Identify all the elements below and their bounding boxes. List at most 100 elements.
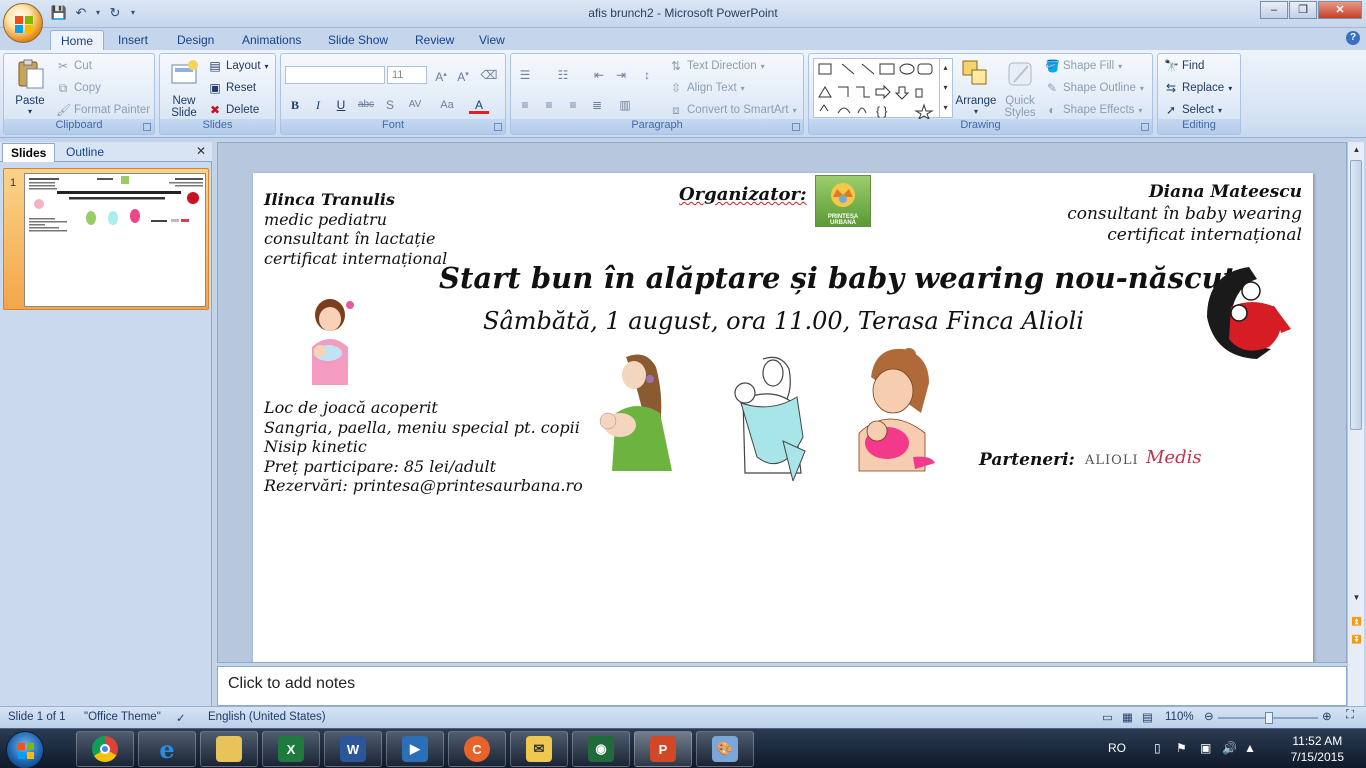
italic-icon[interactable]: I [308, 96, 328, 114]
taskbar-outlook[interactable]: ✉ [510, 731, 568, 767]
tab-insert[interactable]: Insert [108, 30, 158, 51]
baby-wearing-logo-icon[interactable] [1197, 261, 1301, 365]
clipboard-launcher-icon[interactable] [143, 123, 151, 131]
replace-button[interactable]: ⇆ Replace ▾ [1164, 81, 1232, 95]
zoom-in-icon[interactable]: ⊕ [1322, 709, 1332, 723]
taskbar-ie[interactable]: e [138, 731, 196, 767]
columns-icon[interactable]: ▥ [615, 96, 635, 114]
paragraph-launcher-icon[interactable] [792, 123, 800, 131]
scroll-down-icon[interactable]: ▼ [1348, 590, 1365, 606]
scroll-up-icon[interactable]: ▲ [1348, 142, 1365, 158]
restore-button[interactable]: ❐ [1289, 1, 1317, 19]
notes-pane[interactable]: Click to add notes [217, 666, 1347, 706]
reset-button[interactable]: ▣ Reset [208, 81, 256, 95]
taskbar-paint[interactable]: 🎨 [696, 731, 754, 767]
bold-icon[interactable]: B [285, 96, 305, 114]
tab-review[interactable]: Review [405, 30, 464, 51]
shape-outline-button[interactable]: ✎ Shape Outline ▾ [1045, 81, 1144, 95]
spellcheck-icon[interactable]: ✓ [176, 711, 186, 725]
partners-label[interactable]: Parteneri: [979, 450, 1075, 470]
normal-view-icon[interactable]: ▭ [1102, 710, 1113, 724]
taskbar-app-orange[interactable]: C [448, 731, 506, 767]
taskbar-explorer[interactable] [200, 731, 258, 767]
organizer-label[interactable]: Organizator: [679, 184, 807, 205]
presenter-right[interactable]: Diana Mateescu consultant în baby wearin… [1067, 182, 1302, 247]
office-button[interactable] [3, 3, 43, 43]
flag-icon[interactable]: ⚑ [1176, 741, 1187, 755]
vertical-scrollbar[interactable]: ▲ ▼ ⏫ ⏬ [1347, 142, 1364, 706]
layout-button[interactable]: ▤ Layout ▾ [208, 59, 268, 73]
decrease-indent-icon[interactable]: ⇤ [589, 66, 609, 84]
clear-formatting-icon[interactable]: ⌫ [479, 66, 499, 84]
volume-icon[interactable]: 🔊 [1222, 741, 1237, 755]
format-painter-button[interactable]: 🖌 Format Painter [56, 103, 150, 117]
cut-button[interactable]: ✂ Cut [56, 59, 92, 73]
align-center-icon[interactable]: ≡ [539, 96, 559, 114]
text-direction-button[interactable]: ⇅ Text Direction ▾ [669, 59, 765, 73]
arrange-button[interactable]: Arrange ▾ [955, 58, 997, 116]
slide-headline[interactable]: Start bun în alăptare și baby wearing no… [439, 261, 1236, 295]
language-indicator[interactable]: RO [1108, 741, 1126, 755]
zoom-out-icon[interactable]: ⊖ [1204, 709, 1214, 723]
breastfeeding-illustration-icon[interactable] [590, 351, 688, 475]
find-button[interactable]: 🔭 Find [1164, 59, 1204, 73]
shape-fill-button[interactable]: 🪣 Shape Fill ▾ [1045, 59, 1122, 73]
shapes-scroll-icon[interactable]: ▴ ▾ ▾ [939, 58, 951, 118]
line-spacing-icon[interactable]: ↕ [637, 66, 657, 84]
font-size-field[interactable]: 11 [387, 66, 427, 84]
mother-nursing-illustration-icon[interactable] [853, 347, 943, 477]
zoom-level[interactable]: 110% [1165, 711, 1194, 723]
tab-home[interactable]: Home [50, 30, 105, 51]
shapes-gallery[interactable]: { } [813, 58, 953, 121]
character-spacing-icon[interactable]: AV [405, 96, 425, 114]
help-icon[interactable]: ? [1346, 31, 1360, 45]
taskbar-word[interactable]: W [324, 731, 382, 767]
tab-design[interactable]: Design [167, 30, 224, 51]
language-status[interactable]: English (United States) [208, 711, 326, 723]
tab-animations[interactable]: Animations [232, 30, 311, 51]
delete-button[interactable]: ✖ Delete [208, 103, 259, 117]
numbering-icon[interactable]: ☷ [553, 66, 573, 84]
slide-show-icon[interactable]: ▤ [1142, 710, 1153, 724]
select-button[interactable]: ➚ Select ▾ [1164, 103, 1222, 117]
strikethrough-icon[interactable]: abc [356, 96, 376, 114]
align-text-button[interactable]: ⇳ Align Text ▾ [669, 81, 745, 95]
theme-status[interactable]: "Office Theme" [84, 711, 161, 723]
grow-font-icon[interactable]: A▴ [431, 66, 451, 84]
slide-subheadline[interactable]: Sâmbătă, 1 august, ora 11.00, Terasa Fin… [483, 307, 1084, 335]
previous-slide-icon[interactable]: ⏫ [1348, 614, 1365, 630]
slide-sorter-icon[interactable]: ▦ [1122, 710, 1133, 724]
slide-thumbnail[interactable]: 1 [3, 168, 209, 310]
copy-button[interactable]: ⧉ Copy [56, 81, 101, 95]
event-details[interactable]: Loc de joacă acoperit Sangria, paella, m… [264, 398, 583, 496]
taskbar-chrome[interactable] [76, 731, 134, 767]
font-color-icon[interactable]: A [469, 96, 489, 114]
taskbar-app-eye[interactable]: ◉ [572, 731, 630, 767]
tab-view[interactable]: View [469, 30, 515, 51]
taskbar-media[interactable]: ▶ [386, 731, 444, 767]
convert-smartart-button[interactable]: ⧈ Convert to SmartArt ▾ [669, 103, 796, 117]
new-slide-button[interactable]: New Slide [164, 58, 204, 119]
close-pane-icon[interactable]: ✕ [196, 144, 206, 158]
start-button[interactable] [6, 731, 44, 768]
slide-canvas[interactable]: Ilinca Tranulis medic pediatru consultan… [253, 173, 1313, 662]
quick-styles-button[interactable]: Quick Styles [999, 58, 1041, 119]
taskbar-excel[interactable]: X [262, 731, 320, 767]
mother-baby-illustration-icon[interactable] [298, 297, 364, 387]
organizer-logo[interactable]: PRINTESA URBANĂ [815, 175, 871, 227]
bullets-icon[interactable]: ☰ [515, 66, 535, 84]
fit-to-window-icon[interactable]: ⛶ [1346, 709, 1354, 722]
network-icon[interactable]: ▣ [1200, 741, 1211, 755]
phone-icon[interactable]: ▯ [1154, 741, 1161, 755]
justify-icon[interactable]: ≣ [587, 96, 607, 114]
clock[interactable]: 11:52 AM 7/15/2015 [1291, 733, 1344, 765]
change-case-icon[interactable]: Aa [437, 96, 457, 114]
drawing-launcher-icon[interactable] [1141, 123, 1149, 131]
presenter-left[interactable]: Ilinca Tranulis medic pediatru consultan… [264, 190, 447, 268]
taskbar-powerpoint[interactable]: P [634, 731, 692, 767]
shrink-font-icon[interactable]: A▾ [453, 66, 473, 84]
align-left-icon[interactable]: ≡ [515, 96, 535, 114]
font-name-field[interactable] [285, 66, 385, 84]
font-launcher-icon[interactable] [494, 123, 502, 131]
paste-button[interactable]: Paste ▾ [10, 58, 50, 116]
